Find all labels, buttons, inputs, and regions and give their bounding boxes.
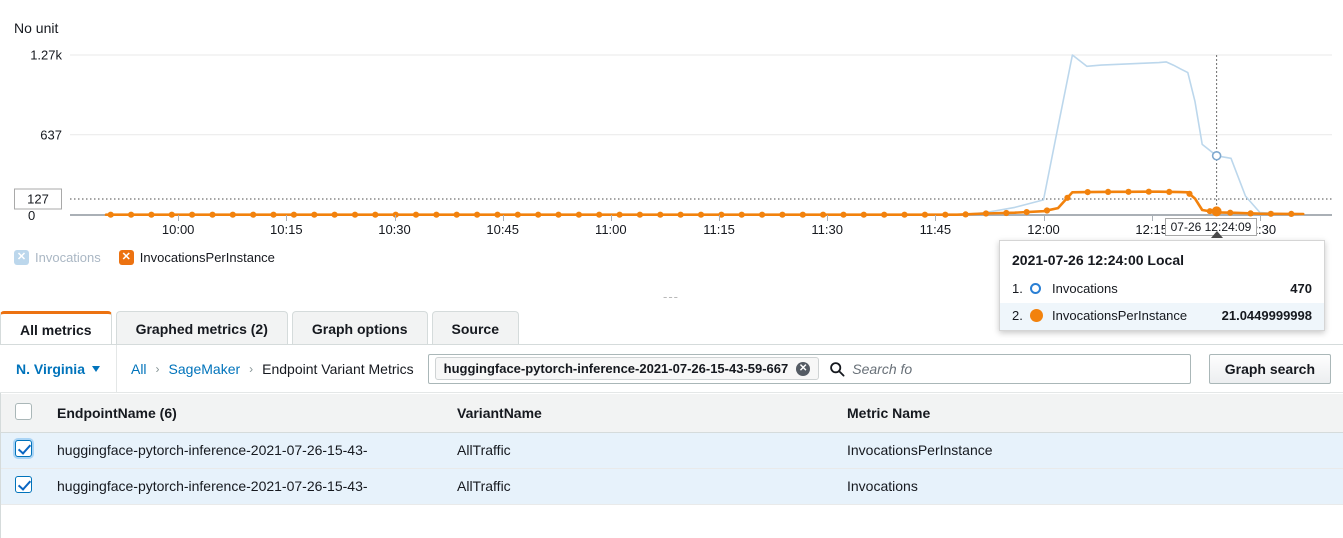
series-ring-icon	[1030, 283, 1052, 294]
search-field-wrapper[interactable]: huggingface-pytorch-inference-2021-07-26…	[427, 353, 1191, 384]
table-header-row: EndpointName (6) VariantName Metric Name	[1, 394, 1343, 433]
select-all-header	[1, 394, 45, 433]
table-head: EndpointName (6) VariantName Metric Name	[1, 394, 1343, 433]
y-tick-label: 1.27k	[30, 47, 62, 63]
breadcrumb-item[interactable]: SageMaker	[169, 361, 241, 377]
x-tick-mark	[610, 215, 612, 221]
x-tick-mark	[719, 215, 721, 221]
graph-search-button[interactable]: Graph search	[1208, 353, 1331, 384]
chart-tooltip: 2021-07-26 12:24:00 Local 1. Invocations 4…	[999, 240, 1325, 331]
column-header-metricname[interactable]: Metric Name	[835, 394, 1343, 433]
x-tick-mark	[286, 215, 288, 221]
tooltip-row: 2. InvocationsPerInstance 21.0449999998	[1000, 303, 1324, 330]
y-tick-label: 637	[40, 127, 62, 143]
tab-source[interactable]: Source	[431, 311, 519, 345]
breadcrumb: All › SageMaker › Endpoint Variant Metrics	[117, 345, 428, 393]
chart-legend: ✕ Invocations ✕ InvocationsPerInstance	[14, 250, 275, 265]
chart-ellipsis: ---	[663, 289, 679, 304]
cell-endpointname: huggingface-pytorch-inference-2021-07-26…	[45, 468, 445, 505]
cell-metricname: InvocationsPerInstance	[835, 432, 1343, 469]
cell-variantname: AllTraffic	[445, 468, 835, 505]
breadcrumb-item[interactable]: All	[131, 361, 147, 377]
cell-endpointname: huggingface-pytorch-inference-2021-07-26…	[45, 432, 445, 469]
metrics-table: EndpointName (6) VariantName Metric Name…	[1, 394, 1343, 505]
x-tick-mark	[394, 215, 396, 221]
tooltip-series-name: Invocations	[1052, 281, 1118, 296]
select-all-checkbox[interactable]	[15, 402, 32, 420]
chart-unit-label: No unit	[14, 20, 59, 36]
region-label: N. Virginia	[16, 360, 85, 377]
tooltip-row: 1. Invocations 470	[1000, 276, 1324, 303]
x-tick-label: 10:30	[378, 222, 411, 237]
x-tick-label: 12:15	[1135, 222, 1168, 237]
region-selector[interactable]: N. Virginia	[0, 344, 117, 393]
row-checkbox[interactable]	[15, 476, 32, 493]
x-tick-mark	[178, 215, 180, 221]
series-dot-icon	[1030, 309, 1052, 322]
cursor-caret-icon	[1210, 231, 1223, 238]
column-header-endpointname[interactable]: EndpointName (6)	[45, 394, 445, 433]
search-icon	[830, 361, 845, 377]
tab-graphed-metrics-2[interactable]: Graphed metrics (2)	[115, 311, 288, 345]
tooltip-rows: 1. Invocations 470 2. InvocationsPerInstance…	[1000, 276, 1324, 330]
tooltip-series-value: 21.0449999998	[1221, 308, 1312, 323]
cloudwatch-metrics-page: No unit 1.27k 637 0 127 10:00 10:15 10:30 10:4…	[0, 0, 1343, 538]
x-tick-label: 11:30	[811, 222, 843, 237]
x-tick-label: 12:00	[1027, 222, 1060, 237]
tooltip-row-index: 2.	[1012, 308, 1023, 323]
x-tick-mark	[935, 215, 937, 221]
x-tick-mark	[827, 215, 829, 221]
legend-label: InvocationsPerInstance	[139, 250, 275, 265]
threshold-label: 127	[14, 188, 62, 210]
chart-svg	[70, 54, 1332, 218]
table-body: huggingface-pytorch-inference-2021-07-26…	[1, 432, 1343, 505]
legend-remove-icon[interactable]: ✕	[118, 250, 134, 265]
filter-chip[interactable]: huggingface-pytorch-inference-2021-07-26…	[434, 357, 820, 380]
search-placeholder: Search fo	[852, 360, 913, 377]
row-select-cell	[1, 432, 45, 469]
cell-metricname: Invocations	[835, 468, 1343, 505]
tab-graph-options[interactable]: Graph options	[291, 311, 428, 345]
x-tick-label: 11:15	[703, 222, 735, 237]
breadcrumb-separator-icon: ›	[249, 361, 254, 376]
legend-label: Invocations	[35, 250, 101, 265]
metrics-toolbar: N. Virginia All › SageMaker › Endpoint Varia…	[0, 344, 1343, 393]
x-tick-label: 11:00	[595, 222, 627, 237]
chevron-down-icon	[91, 365, 100, 372]
table-row[interactable]: huggingface-pytorch-inference-2021-07-26…	[1, 432, 1343, 469]
tab-all-metrics[interactable]: All metrics	[0, 311, 112, 345]
x-tick-mark	[1043, 215, 1045, 221]
legend-remove-icon[interactable]: ✕	[14, 250, 29, 265]
row-select-cell	[1, 468, 45, 505]
filter-chip-label: huggingface-pytorch-inference-2021-07-26…	[443, 361, 789, 376]
tooltip-title: 2021-07-26 12:24:00 Local	[1012, 252, 1184, 268]
table-row[interactable]: huggingface-pytorch-inference-2021-07-26…	[1, 468, 1343, 505]
x-tick-label: 10:45	[486, 222, 519, 237]
x-tick-mark	[1259, 215, 1261, 221]
legend-item[interactable]: ✕ InvocationsPerInstance	[118, 250, 275, 265]
x-tick-label: 11:45	[919, 222, 952, 237]
x-tick-mark	[502, 215, 504, 221]
search-input[interactable]: Search fo	[825, 361, 1189, 377]
breadcrumb-separator-icon: ›	[155, 361, 160, 376]
breadcrumb-item: Endpoint Variant Metrics	[262, 360, 414, 377]
x-tick-mark	[1151, 215, 1153, 221]
close-icon[interactable]: ✕	[796, 361, 811, 376]
cell-variantname: AllTraffic	[445, 432, 835, 469]
x-tick-label: 10:15	[270, 222, 303, 237]
y-tick-zero: 0	[28, 208, 36, 223]
row-checkbox[interactable]	[15, 440, 32, 457]
tooltip-series-value: 470	[1290, 281, 1312, 296]
column-header-variantname[interactable]: VariantName	[445, 394, 835, 433]
legend-item[interactable]: ✕ Invocations	[14, 250, 101, 265]
chart-plot-area[interactable]	[70, 54, 1332, 218]
tooltip-series-name: InvocationsPerInstance	[1052, 308, 1188, 323]
x-tick-label: 10:00	[161, 222, 195, 237]
tooltip-row-index: 1.	[1012, 281, 1023, 296]
